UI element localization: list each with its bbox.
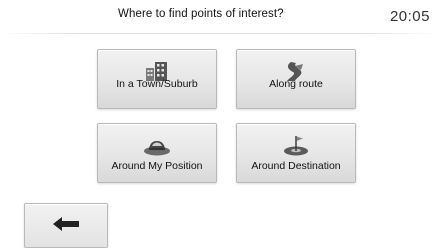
option-along-route-button[interactable]: Along route — [236, 49, 356, 109]
option-label: Around My Position — [111, 160, 203, 172]
clock: 20:05 — [389, 8, 430, 25]
destination-flag-icon — [284, 136, 308, 156]
header-divider — [0, 33, 438, 34]
vehicle-position-icon — [144, 141, 170, 156]
left-arrow-icon — [53, 217, 79, 231]
back-button[interactable] — [24, 203, 108, 248]
option-town-suburb-button[interactable]: In a Town/Suburb — [97, 49, 217, 109]
page-title: Where to find points of interest? — [118, 8, 284, 20]
option-label: In a Town/Suburb — [116, 78, 198, 90]
option-label: Around Destination — [251, 160, 341, 172]
option-around-my-position-button[interactable]: Around My Position — [97, 123, 217, 183]
option-around-destination-button[interactable]: Around Destination — [236, 123, 356, 183]
header-bar: Where to find points of interest? 20:05 — [0, 0, 438, 34]
option-label: Along route — [269, 78, 323, 90]
